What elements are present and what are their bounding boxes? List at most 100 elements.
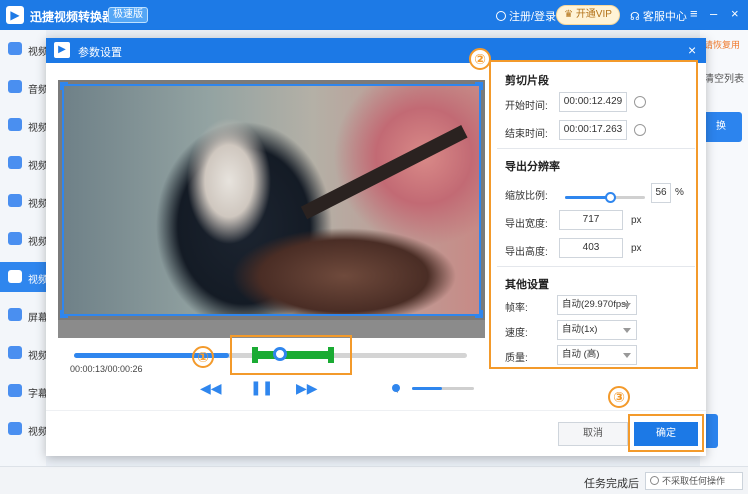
- sidebar-item-label: 视频: [28, 47, 48, 58]
- user-icon: [496, 11, 506, 21]
- menu-icon[interactable]: ≡: [690, 6, 698, 21]
- resolution-section-title: 导出分辨率: [505, 161, 560, 173]
- background-action-button[interactable]: 换: [700, 112, 742, 142]
- sidebar-item-11[interactable]: 视频: [0, 414, 48, 444]
- app-logo-icon: ▶: [6, 6, 24, 24]
- support-link[interactable]: ☊ 客服中心: [630, 8, 687, 24]
- crop-corner-bottom-right[interactable]: [475, 310, 483, 318]
- speed-value: 自动(1x): [562, 324, 598, 335]
- vip-button[interactable]: ♛ 开通VIP: [556, 5, 620, 25]
- annotation-box-3: [628, 414, 704, 452]
- sidebar-item-label: 视频: [28, 161, 48, 172]
- time-display: 00:00:13/00:00:26: [70, 364, 143, 374]
- audio-icon: [8, 80, 22, 93]
- sidebar: 视频 音频 视频 视频 视频 视频 视频 屏幕 视频 字幕 视频: [0, 30, 48, 470]
- clock-icon[interactable]: [634, 96, 646, 108]
- speed-select[interactable]: 自动(1x): [557, 320, 637, 340]
- clear-list-link[interactable]: 清空列表: [704, 70, 744, 85]
- annotation-number-2: ②: [469, 48, 491, 70]
- after-task-value: 不采取任何操作: [662, 476, 726, 486]
- video-preview: [58, 80, 485, 338]
- crop-corner-bottom-left[interactable]: [60, 310, 68, 318]
- after-task-select[interactable]: 不采取任何操作: [645, 472, 743, 490]
- crown-icon: ♛: [564, 9, 576, 20]
- subtitle-icon: [8, 384, 22, 397]
- annotation-box-1: [230, 335, 352, 375]
- video-icon: [8, 422, 22, 435]
- volume-knob[interactable]: [392, 384, 400, 392]
- start-time-label: 开始时间:: [505, 101, 548, 112]
- video-icon: [8, 156, 22, 169]
- sidebar-item-4[interactable]: 视频: [0, 148, 48, 178]
- height-input[interactable]: 403: [559, 238, 623, 258]
- rewind-icon[interactable]: ◀◀: [200, 380, 222, 397]
- quality-select[interactable]: 自动 (高): [557, 345, 637, 365]
- sidebar-item-label: 视频: [28, 427, 48, 438]
- login-label: 注册/登录: [509, 11, 557, 23]
- close-window-icon[interactable]: ×: [731, 6, 739, 21]
- speed-label: 速度:: [505, 328, 528, 339]
- sidebar-item-3[interactable]: 视频: [0, 110, 48, 140]
- video-frame-image[interactable]: [62, 84, 481, 316]
- after-task-label: 任务完成后: [584, 478, 639, 490]
- fps-value: 自动(29.970fps): [562, 299, 630, 310]
- headset-icon: ☊: [630, 11, 643, 23]
- minimize-icon[interactable]: –: [710, 6, 717, 21]
- app-titlebar: ▶ 迅捷视频转换器 极速版 注册/登录 ♛ 开通VIP ☊ 客服中心 ≡ – ×: [0, 0, 748, 30]
- end-time-input[interactable]: 00:00:17.263: [559, 120, 627, 140]
- chevron-down-icon: [623, 353, 631, 358]
- dialog-close-icon[interactable]: ×: [688, 42, 696, 58]
- start-time-input[interactable]: 00:00:12.429: [559, 92, 627, 112]
- chevron-down-icon: [623, 328, 631, 333]
- video-icon: [8, 118, 22, 131]
- annotation-number-1: ①: [192, 346, 214, 368]
- width-input[interactable]: 717: [559, 210, 623, 230]
- ban-icon: [650, 476, 659, 485]
- settings-dialog: ▶ 参数设置 × 00:00:13/00:00:26 ① ◀◀ ❚❚ ▶▶ 🔈︎…: [46, 38, 706, 456]
- video-icon: [8, 232, 22, 245]
- sidebar-item-label: 视频: [28, 351, 48, 362]
- restore-link[interactable]: 请恢复用: [704, 38, 740, 51]
- quality-label: 质量:: [505, 353, 528, 364]
- sidebar-item-9[interactable]: 视频: [0, 338, 48, 368]
- clip-section-title: 剪切片段: [505, 75, 549, 87]
- background-panel: [700, 30, 748, 470]
- sidebar-item-2[interactable]: 音频: [0, 72, 48, 102]
- sidebar-item-7[interactable]: 视频: [0, 262, 48, 292]
- guitar-shape: [300, 125, 468, 220]
- video-icon: [8, 270, 22, 283]
- height-label: 导出高度:: [505, 247, 548, 258]
- settings-panel: ② 剪切片段 开始时间: 00:00:12.429 结束时间: 00:00:17…: [469, 48, 698, 410]
- crop-corner-top-left[interactable]: [60, 82, 68, 90]
- scale-knob[interactable]: [605, 192, 616, 203]
- edition-badge: 极速版: [108, 7, 148, 23]
- screen-icon: [8, 308, 22, 321]
- sidebar-item-8[interactable]: 屏幕: [0, 300, 48, 330]
- divider: [497, 266, 695, 267]
- crop-corner-top-right[interactable]: [475, 82, 483, 90]
- video-icon: [8, 42, 22, 55]
- video-icon: [8, 194, 22, 207]
- scale-input[interactable]: 56: [651, 183, 671, 203]
- sidebar-item-1[interactable]: 视频: [0, 34, 48, 64]
- cancel-button[interactable]: 取消: [558, 422, 628, 446]
- sidebar-item-label: 视频: [28, 275, 48, 286]
- sidebar-item-10[interactable]: 字幕: [0, 376, 48, 406]
- sidebar-item-5[interactable]: 视频: [0, 186, 48, 216]
- sidebar-item-6[interactable]: 视频: [0, 224, 48, 254]
- fps-label: 帧率:: [505, 303, 528, 314]
- volume-fill: [412, 387, 442, 390]
- pause-icon[interactable]: ❚❚: [250, 379, 273, 396]
- clock-icon[interactable]: [634, 124, 646, 136]
- fast-forward-icon[interactable]: ▶▶: [296, 380, 318, 397]
- width-label: 导出宽度:: [505, 219, 548, 230]
- dialog-app-icon: ▶: [54, 42, 70, 58]
- dialog-title: 参数设置: [78, 47, 122, 59]
- fps-select[interactable]: 自动(29.970fps): [557, 295, 637, 315]
- end-time-label: 结束时间:: [505, 129, 548, 140]
- height-unit: px: [631, 243, 642, 254]
- sidebar-item-label: 视频: [28, 123, 48, 134]
- scale-unit: %: [675, 187, 684, 198]
- scale-label: 缩放比例:: [505, 191, 548, 202]
- login-link[interactable]: 注册/登录: [496, 8, 556, 24]
